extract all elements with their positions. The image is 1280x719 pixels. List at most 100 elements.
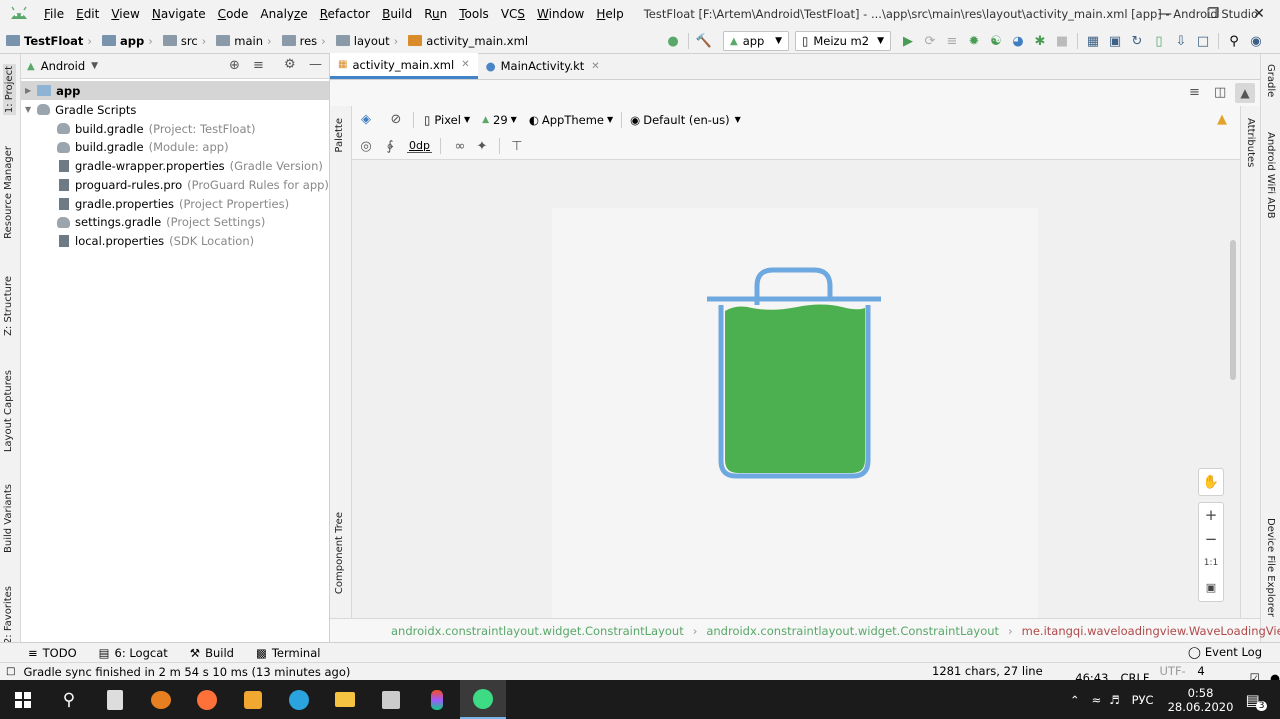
hand-icon[interactable]: ✋	[1199, 469, 1223, 495]
menu-run[interactable]: Run	[418, 7, 453, 21]
menu-edit[interactable]: Edit	[70, 7, 105, 21]
menu-tools[interactable]: Tools	[453, 7, 495, 21]
apply-code-changes-icon[interactable]: ≡	[941, 30, 963, 52]
clear-constraints-icon[interactable]: ∞	[449, 135, 471, 157]
menu-view[interactable]: View	[105, 7, 145, 21]
breadcrumb-item[interactable]: layout ›	[330, 34, 403, 48]
figma-icon[interactable]	[414, 680, 460, 719]
close-icon[interactable]: ✕	[591, 61, 599, 72]
gradle-tab[interactable]: Gradle	[1265, 64, 1276, 97]
tree-item-proguard-rules-pro[interactable]: proguard-rules.pro (ProGuard Rules for ap…	[21, 175, 329, 194]
resource-manager-tab[interactable]: Resource Manager	[3, 146, 14, 239]
windows-start-icon[interactable]	[0, 680, 46, 719]
locate-icon[interactable]: ⊕	[229, 58, 240, 73]
profiler-gauge-icon[interactable]: ◕	[1007, 30, 1029, 52]
breadcrumb-item[interactable]: src ›	[157, 34, 210, 48]
calculator-icon[interactable]	[92, 680, 138, 719]
chevron-up-icon[interactable]: ⌃	[1070, 693, 1080, 707]
zoom-fit-button[interactable]: ▣	[1199, 575, 1223, 599]
menu-refactor[interactable]: Refactor	[314, 7, 376, 21]
attributes-tab[interactable]: Attributes	[1245, 118, 1256, 167]
close-icon[interactable]: ✕	[461, 59, 469, 70]
structure-tab[interactable]: Z: Structure	[3, 276, 14, 336]
notifications-icon[interactable]: ▤ 3	[1245, 691, 1268, 711]
wifi-adb-tab[interactable]: Android WiFi ADB	[1265, 132, 1276, 219]
breadcrumb-item[interactable]: main ›	[210, 34, 275, 48]
close-window-button[interactable]: ✕	[1236, 0, 1280, 28]
guidelines-icon[interactable]: ⊤	[506, 135, 528, 157]
menu-help[interactable]: Help	[590, 7, 629, 21]
file-explorer-icon[interactable]	[322, 680, 368, 719]
project-structure-icon[interactable]: ▦	[1082, 30, 1104, 52]
layout-inspector-icon[interactable]: □	[1192, 30, 1214, 52]
autoconnect-icon[interactable]: ∳	[379, 135, 401, 157]
gear-icon[interactable]: ⚙	[284, 57, 296, 72]
android-studio-taskbar-icon[interactable]	[460, 680, 506, 719]
tree-item-build-gradle[interactable]: build.gradle (Project: TestFloat)	[21, 119, 329, 138]
zoom-out-button[interactable]: −	[1199, 527, 1223, 551]
account-icon[interactable]: ◉	[1245, 30, 1267, 52]
breadcrumb-item[interactable]: activity_main.xml	[402, 34, 532, 48]
locale-selector[interactable]: ◉ Default (en-us) ▼	[630, 113, 741, 127]
palette-tab[interactable]: Palette	[334, 118, 345, 153]
component-path-item[interactable]: androidx.constraintlayout.widget.Constra…	[391, 624, 684, 638]
warning-icon[interactable]: ▲	[1217, 112, 1227, 127]
menu-file[interactable]: File	[38, 7, 70, 21]
clock[interactable]: 0:58 28.06.2020	[1168, 686, 1234, 714]
minimize-button[interactable]: —	[1142, 0, 1188, 28]
eye-icon[interactable]: ◎	[355, 135, 377, 157]
tree-item-build-gradle[interactable]: build.gradle (Module: app)	[21, 138, 329, 157]
project-tool-tab[interactable]: 1: Project	[3, 64, 16, 116]
chevron-down-icon[interactable]: ▼	[91, 61, 98, 71]
layers-icon[interactable]: ◈	[355, 109, 377, 131]
status-message[interactable]: Gradle sync finished in 2 m 54 s 10 ms (…	[23, 665, 350, 679]
design-view-icon[interactable]: ▲	[1235, 83, 1255, 103]
terminal-tab[interactable]: ▩ Terminal	[256, 646, 320, 660]
breadcrumb-item[interactable]: res ›	[276, 34, 330, 48]
avd-manager-icon[interactable]: ▯	[1148, 30, 1170, 52]
tree-item-local-properties[interactable]: local.properties (SDK Location)	[21, 232, 329, 251]
tab-main-activity[interactable]: ● MainActivity.kt ✕	[478, 53, 608, 79]
event-log-tab[interactable]: ◯ Event Log	[1188, 645, 1262, 659]
firefox-icon[interactable]	[184, 680, 230, 719]
menu-navigate[interactable]: Navigate	[146, 7, 212, 21]
menu-vcs[interactable]: VCS	[495, 7, 531, 21]
chevron-right-icon[interactable]: ▶	[25, 86, 31, 95]
breadcrumb-item[interactable]: TestFloat ›	[0, 34, 96, 48]
zoom-in-button[interactable]: +	[1199, 503, 1223, 527]
apply-changes-icon[interactable]: ⟳	[919, 30, 941, 52]
split-view-icon[interactable]: ◫	[1214, 85, 1226, 100]
profile-icon[interactable]: ☯	[985, 30, 1007, 52]
favorites-tab[interactable]: 2: Favorites	[3, 586, 14, 644]
emulator-icon[interactable]: ▣	[1104, 30, 1126, 52]
api-selector[interactable]: ▲ 29 ▼	[482, 113, 517, 127]
theme-selector[interactable]: ◐ AppTheme ▼	[529, 113, 613, 127]
maximize-button[interactable]: ❐	[1190, 0, 1236, 28]
breadcrumb-item[interactable]: app ›	[96, 34, 157, 48]
code-view-icon[interactable]: ≡	[1189, 85, 1200, 100]
volume-icon[interactable]: ♬	[1109, 693, 1119, 707]
build-tab[interactable]: ⚒ Build	[190, 646, 234, 660]
video-editor-icon[interactable]	[368, 680, 414, 719]
menu-window[interactable]: Window	[531, 7, 590, 21]
run-icon[interactable]: ▶	[897, 30, 919, 52]
wave-loading-view[interactable]	[552, 208, 1038, 618]
tree-item-settings-gradle[interactable]: settings.gradle (Project Settings)	[21, 213, 329, 232]
tab-activity-main[interactable]: ▦ activity_main.xml ✕	[330, 53, 478, 79]
menu-code[interactable]: Code	[212, 7, 255, 21]
run-config-dropdown[interactable]: ▲ app ▼	[723, 31, 789, 51]
component-path-item[interactable]: androidx.constraintlayout.widget.Constra…	[706, 624, 999, 638]
menu-analyze[interactable]: Analyze	[254, 7, 313, 21]
status-toggle-icon[interactable]: □	[6, 666, 15, 677]
component-tree-tab[interactable]: Component Tree	[334, 512, 345, 594]
default-margin[interactable]: 0dp	[407, 139, 432, 153]
layout-captures-tab[interactable]: Layout Captures	[3, 370, 14, 452]
wifi-icon[interactable]: ≈	[1092, 693, 1102, 707]
attach-debugger-icon[interactable]: ✱	[1029, 30, 1051, 52]
zoom-reset-button[interactable]: 1:1	[1199, 551, 1223, 575]
search-icon[interactable]: ⚲	[46, 680, 92, 719]
component-path-item[interactable]: me.itangqi.waveloadingview.WaveLoadingVi…	[1022, 624, 1280, 638]
paint-icon[interactable]	[138, 680, 184, 719]
android-profile-icon[interactable]: ●	[662, 30, 684, 52]
sdk-manager-icon[interactable]: ⇩	[1170, 30, 1192, 52]
